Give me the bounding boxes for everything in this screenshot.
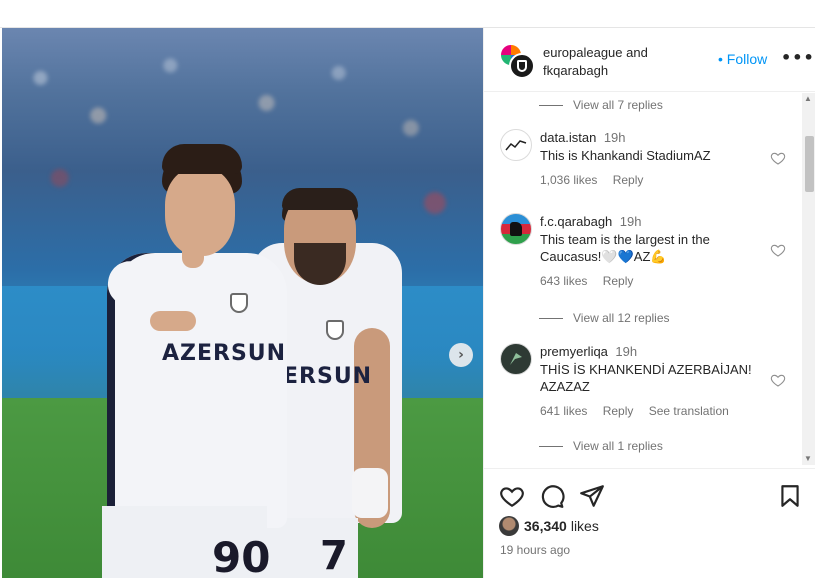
comment-like-heart-icon[interactable] [770,372,786,388]
player-back-wrist-tape [352,468,388,518]
player-front-pointing-hand [150,311,196,331]
comment-like-heart-icon[interactable] [770,242,786,258]
likes-word[interactable]: likes [571,518,599,534]
owners-joiner: and [626,45,648,60]
liker-avatar[interactable] [499,516,519,536]
comment-time: 19h [615,344,638,359]
comment-text: This team is the largest in the Caucasus… [540,232,710,264]
player-front-hair-top [162,144,242,174]
comment-likes[interactable]: 641 likes [540,404,587,418]
player-front-number: 90 [212,533,271,578]
crowd-background [2,28,483,278]
view-replies-label: View all 12 replies [573,311,670,325]
post-timestamp: 19 hours ago [500,543,571,557]
more-options-icon[interactable]: ••• [781,48,815,67]
comment-meta: 1,036 likes Reply [540,173,768,187]
player-back-crest [326,320,344,340]
follow-dot: • [718,51,723,67]
likes-summary[interactable]: 36,340 likes [499,516,599,536]
comment-meta: 641 likes Reply See translation [540,404,768,418]
owner-username-secondary[interactable]: fkqarabagh [543,63,608,78]
replies-line [539,317,563,319]
comment-avatar[interactable] [500,129,532,161]
trophy-icon [517,60,527,72]
comment-username[interactable]: premyerliqa [540,344,608,359]
player-front-sponsor: AZERSUN [162,341,287,366]
like-heart-icon[interactable] [499,483,525,509]
trophy-avatar[interactable] [509,53,535,79]
comment-likes[interactable]: 643 likes [540,274,587,288]
comment-time: 19h [603,130,626,145]
comment-avatar[interactable] [500,213,532,245]
comment-like-heart-icon[interactable] [770,150,786,166]
post-side-panel: europaleague and fkqarabagh • Follow •••… [483,28,815,578]
chevron-right-icon: › [458,347,464,363]
view-replies-button[interactable]: View all 7 replies [539,98,663,112]
comment-meta: 643 likes Reply [540,274,768,288]
comment-body: data.istan 19h This is Khankandi Stadium… [540,129,768,187]
comment-username[interactable]: data.istan [540,130,596,145]
follow-button[interactable]: • Follow [718,51,767,67]
premyer-liqa-logo-icon [510,353,522,365]
player-front-hand [182,228,204,268]
comments-list[interactable]: View all 7 replies data.istan 19h This i… [484,93,815,465]
comment-body: f.c.qarabagh 19h This team is the larges… [540,213,768,288]
comment-likes[interactable]: 1,036 likes [540,173,597,187]
comment-body: premyerliqa 19h THİS İS KHANKENDİ AZERBA… [540,343,768,418]
comment-time: 19h [619,214,642,229]
follow-label: Follow [726,51,768,67]
data-istan-logo-icon [505,140,527,151]
post-photo[interactable]: ERSUN 7 AZERSUN 90 › [2,28,483,578]
save-bookmark-icon[interactable] [777,483,803,509]
view-replies-label: View all 7 replies [573,98,663,112]
player-back-hair-top [282,188,358,210]
view-replies-button[interactable]: View all 1 replies [539,439,663,453]
post-owners: europaleague and fkqarabagh [543,44,648,80]
share-send-icon[interactable] [579,483,605,509]
post-header: europaleague and fkqarabagh • Follow ••• [484,28,815,92]
post-actions: 36,340 likes 19 hours ago [484,468,815,578]
scroll-up-icon[interactable]: ▲ [804,94,812,103]
comment-bubble-icon[interactable] [539,483,565,509]
player-back-number: 7 [320,533,348,578]
view-replies-label: View all 1 replies [573,439,663,453]
comment-avatar[interactable] [500,343,532,375]
player-back-sponsor: ERSUN [283,364,373,389]
comment-text: This is Khankandi StadiumAZ [540,148,711,163]
replies-line [539,104,563,106]
scroll-down-icon[interactable]: ▼ [804,454,812,463]
horse-icon [510,222,522,236]
comment-reply-button[interactable]: Reply [613,173,644,187]
view-replies-button[interactable]: View all 12 replies [539,311,670,325]
comment-text: THİS İS KHANKENDİ AZERBAİJAN! AZAZAZ [540,362,752,394]
like-count[interactable]: 36,340 [524,518,567,534]
next-photo-button[interactable]: › [449,343,473,367]
replies-line [539,445,563,447]
comment-username[interactable]: f.c.qarabagh [540,214,612,229]
comment-reply-button[interactable]: Reply [603,404,634,418]
player-front-crest [230,293,248,313]
owner-username-primary[interactable]: europaleague [543,45,623,60]
see-translation-button[interactable]: See translation [649,404,729,418]
owner-avatars[interactable] [499,43,535,79]
comments-scrollbar-thumb[interactable] [805,136,814,192]
comment-reply-button[interactable]: Reply [603,274,634,288]
